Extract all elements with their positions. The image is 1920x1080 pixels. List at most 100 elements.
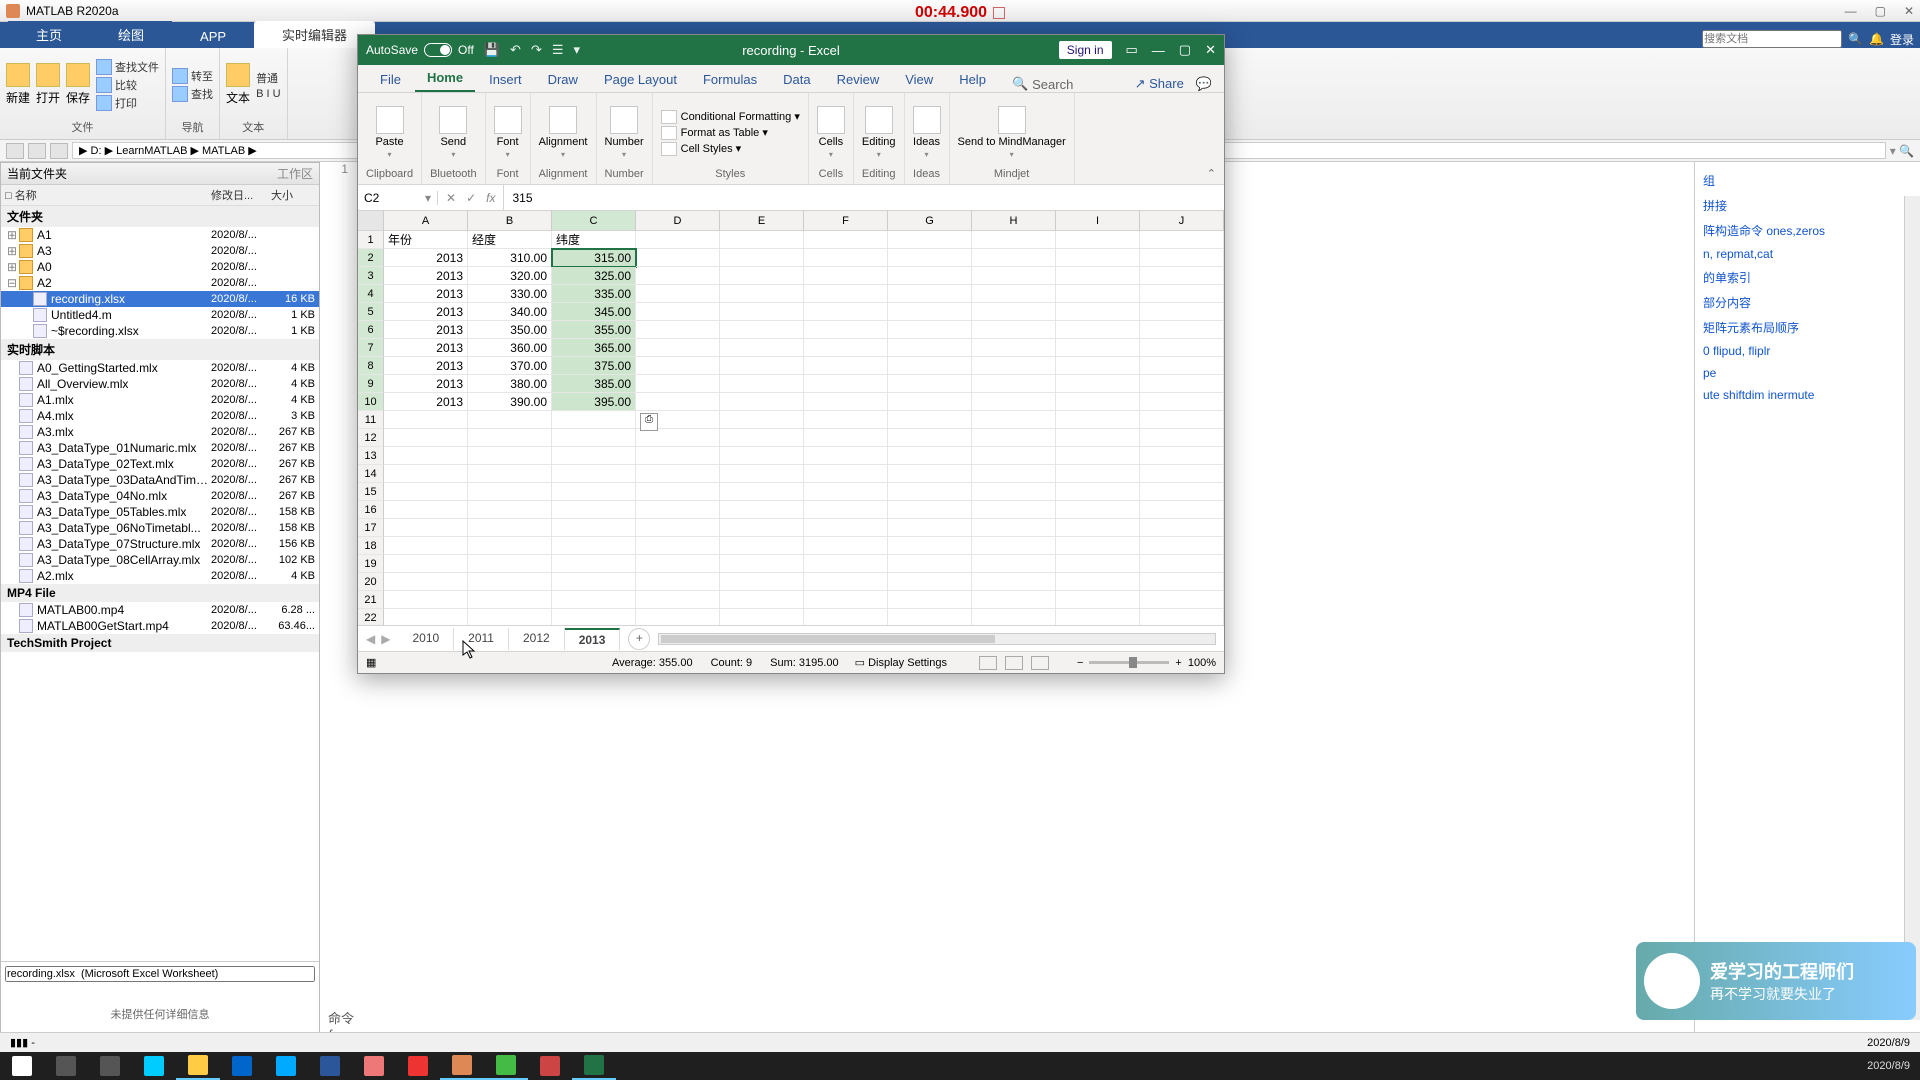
row-header[interactable]: 3 [358,267,384,285]
outline-item[interactable]: ute shiftdim inermute [1701,384,1914,406]
open-icon[interactable] [36,63,60,87]
excel-tab-file[interactable]: File [368,67,413,92]
formula-value[interactable]: 315 [504,191,1224,205]
cell-E18[interactable] [720,537,804,555]
cell-E10[interactable] [720,393,804,411]
editing-button[interactable]: Editing▾ [862,106,896,159]
file-row[interactable]: Untitled4.m2020/8/...1 KB [1,307,319,323]
cell-D9[interactable] [636,375,720,393]
cell-H9[interactable] [972,375,1056,393]
cell-H16[interactable] [972,501,1056,519]
cell-G7[interactable] [888,339,972,357]
outline-item[interactable]: n, repmat,cat [1701,243,1914,265]
sheet-nav-first-icon[interactable]: ◀ [366,632,375,646]
cell-G1[interactable] [888,231,972,249]
cell-I21[interactable] [1056,591,1140,609]
cell-A8[interactable]: 2013 [384,357,468,375]
zoom-in-button[interactable]: + [1175,657,1181,669]
tab-plots[interactable]: 绘图 [90,21,172,48]
cell-C4[interactable]: 335.00 [552,285,636,303]
cell-J9[interactable] [1140,375,1224,393]
cell-F17[interactable] [804,519,888,537]
file-row[interactable]: A0_GettingStarted.mlx2020/8/...4 KB [1,360,319,376]
cell-G4[interactable] [888,285,972,303]
redo-icon[interactable]: ↷ [531,42,542,58]
cell-D5[interactable] [636,303,720,321]
text-icon[interactable] [226,63,250,87]
row-header[interactable]: 14 [358,465,384,483]
cell-A10[interactable]: 2013 [384,393,468,411]
cell-I15[interactable] [1056,483,1140,501]
fx-icon[interactable]: fx [486,191,495,205]
cell-H8[interactable] [972,357,1056,375]
cell-H22[interactable] [972,609,1056,625]
close-button[interactable]: ✕ [1904,4,1914,18]
cell-C9[interactable]: 385.00 [552,375,636,393]
col-size[interactable]: 大小 [271,187,315,203]
cell-A3[interactable]: 2013 [384,267,468,285]
file-row[interactable]: A3_DataType_05Tables.mlx2020/8/...158 KB [1,504,319,520]
cell-C18[interactable] [552,537,636,555]
cell-F4[interactable] [804,285,888,303]
file-row[interactable]: A3.mlx2020/8/...267 KB [1,424,319,440]
column-header-E[interactable]: E [720,211,804,230]
row-header[interactable]: 6 [358,321,384,339]
cell-J7[interactable] [1140,339,1224,357]
ideas-button[interactable]: Ideas▾ [913,106,941,159]
cell-A13[interactable] [384,447,468,465]
cell-D12[interactable] [636,429,720,447]
sign-in-button[interactable]: Sign in [1059,41,1112,59]
cell-C16[interactable] [552,501,636,519]
folder-row[interactable]: ⊞A12020/8/... [1,227,319,243]
cell-G19[interactable] [888,555,972,573]
cell-G20[interactable] [888,573,972,591]
touch-mode-icon[interactable]: ☰ [552,42,564,58]
file-row[interactable]: A3_DataType_01Numaric.mlx2020/8/...267 K… [1,440,319,456]
cell-A17[interactable] [384,519,468,537]
cell-G5[interactable] [888,303,972,321]
cell-D18[interactable] [636,537,720,555]
cell-G14[interactable] [888,465,972,483]
cell-D1[interactable] [636,231,720,249]
column-header-H[interactable]: H [972,211,1056,230]
cell-D22[interactable] [636,609,720,625]
cell-G21[interactable] [888,591,972,609]
normal-view-button[interactable] [979,656,997,670]
row-header[interactable]: 16 [358,501,384,519]
cell-F6[interactable] [804,321,888,339]
cell-J22[interactable] [1140,609,1224,625]
open-button[interactable]: 打开 [36,89,60,106]
cell-F5[interactable] [804,303,888,321]
excel-tab-data[interactable]: Data [771,67,822,92]
cell-B20[interactable] [468,573,552,591]
file-row[interactable]: A3_DataType_03DataAndTim.mlx2020/8/...26… [1,472,319,488]
display-mode-icon[interactable]: ▭ [1126,42,1138,58]
cell-B6[interactable]: 350.00 [468,321,552,339]
cell-D8[interactable] [636,357,720,375]
compare-button[interactable]: 比较 [115,77,137,93]
cell-J20[interactable] [1140,573,1224,591]
save-button[interactable]: 保存 [66,89,90,106]
cell-A21[interactable] [384,591,468,609]
cell-D3[interactable] [636,267,720,285]
folder-row[interactable]: ⊞A32020/8/... [1,243,319,259]
cell-D6[interactable] [636,321,720,339]
cell-A6[interactable]: 2013 [384,321,468,339]
cell-C21[interactable] [552,591,636,609]
cell-A12[interactable] [384,429,468,447]
cell-B21[interactable] [468,591,552,609]
cell-E4[interactable] [720,285,804,303]
cell-E5[interactable] [720,303,804,321]
cell-A2[interactable]: 2013 [384,249,468,267]
search-icon[interactable]: 🔍 [1848,32,1863,46]
cell-A7[interactable]: 2013 [384,339,468,357]
cell-G13[interactable] [888,447,972,465]
cell-C2[interactable]: 315.00 [552,249,636,267]
cell-I20[interactable] [1056,573,1140,591]
sheet-tab-2012[interactable]: 2012 [509,628,565,650]
cell-E2[interactable] [720,249,804,267]
cell-F15[interactable] [804,483,888,501]
cell-B3[interactable]: 320.00 [468,267,552,285]
find-files-button[interactable]: 查找文件 [115,59,159,75]
vertical-scrollbar[interactable] [1904,196,1920,1020]
